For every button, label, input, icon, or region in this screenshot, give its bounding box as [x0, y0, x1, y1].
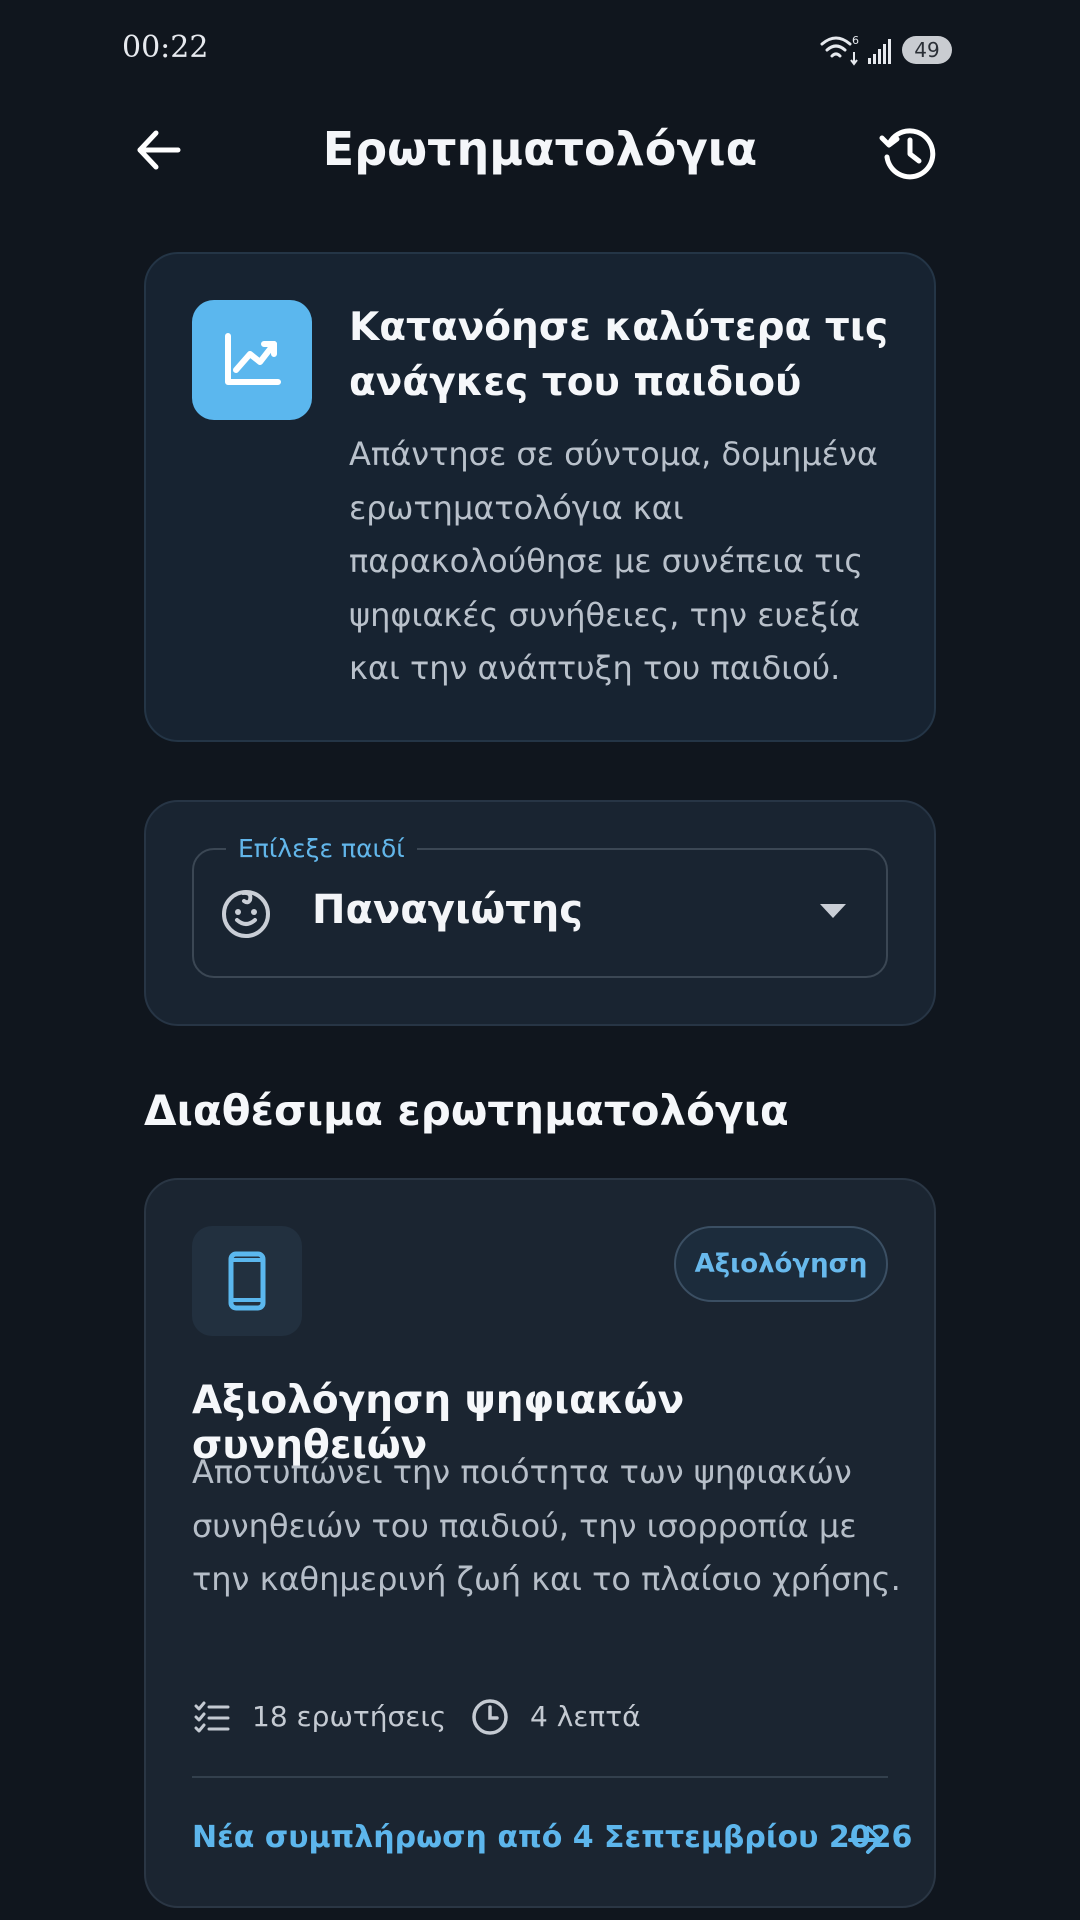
question-count: 18 ερωτήσεις [252, 1700, 447, 1733]
intro-title: Κατανόησε καλύτερα τις ανάγκες του παιδι… [349, 305, 889, 405]
duration: 4 λεπτά [530, 1700, 641, 1733]
clock-icon [472, 1699, 508, 1735]
dropdown-arrow-icon[interactable] [820, 904, 846, 920]
wifi-6-icon [820, 36, 852, 58]
child-face-icon [222, 890, 270, 938]
child-select-label: Επίλεξε παιδί [226, 834, 417, 863]
battery-icon: 49 [902, 36, 952, 64]
arrow-back-icon [137, 130, 181, 170]
selected-child: Παναγιώτης [312, 887, 583, 933]
back-button[interactable] [130, 120, 190, 180]
history-button[interactable] [876, 120, 942, 186]
history-icon [879, 128, 936, 180]
next-completion-link[interactable]: Νέα συμπλήρωση από 4 Σεπτεμβρίου 2026 [192, 1820, 912, 1855]
smartphone-icon [192, 1226, 302, 1336]
status-time: 00:22 [122, 30, 209, 65]
section-title: Διαθέσιμα ερωτηματολόγια [144, 1086, 789, 1135]
svg-text:6: 6 [852, 34, 859, 47]
category-badge: Αξιολόγηση [674, 1226, 888, 1302]
checklist-icon [194, 1701, 230, 1733]
questionnaire-description: Αποτυπώνει την ποιότητα των ψηφιακών συν… [192, 1453, 901, 1598]
arrow-forward-icon[interactable] [846, 1820, 886, 1860]
divider [192, 1776, 888, 1778]
page-title: Ερωτηματολόγια [322, 122, 758, 176]
trending-up-chart-icon [192, 300, 312, 420]
signal-icon [868, 39, 891, 64]
intro-description: Απάντησε σε σύντομα, δομημένα ερωτηματολ… [349, 435, 878, 687]
